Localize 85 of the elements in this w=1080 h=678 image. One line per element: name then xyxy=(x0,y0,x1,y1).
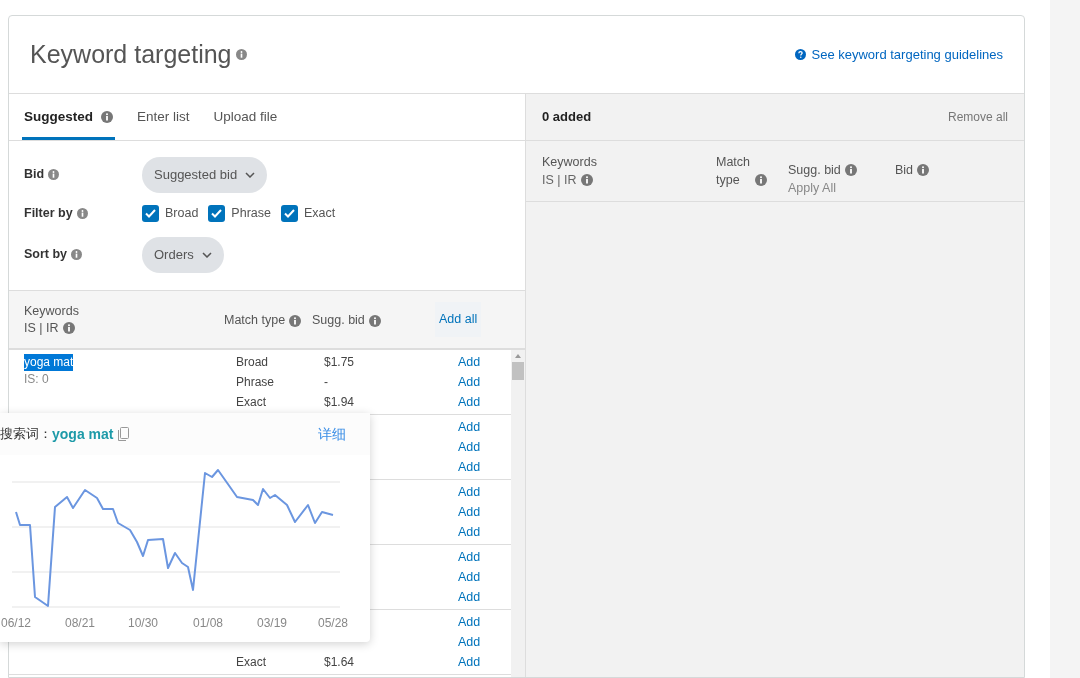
scroll-up-icon[interactable] xyxy=(514,353,522,359)
tab[interactable]: Upload file xyxy=(211,94,280,140)
add-link[interactable]: Add xyxy=(458,392,481,412)
match-type: Exact xyxy=(236,655,266,669)
suggested-bid: $1.75 xyxy=(324,355,355,369)
add-link[interactable]: Add xyxy=(458,632,481,652)
info-icon[interactable] xyxy=(235,49,247,60)
add-link[interactable]: Add xyxy=(458,372,481,392)
info-icon[interactable] xyxy=(368,314,381,327)
add-link[interactable]: Add xyxy=(458,612,481,632)
axis-label: 06/12 xyxy=(1,615,31,632)
check-icon xyxy=(211,209,223,218)
added-count: 0 added xyxy=(542,108,592,127)
apply-all-link[interactable]: Apply All xyxy=(788,179,895,197)
filter-label: Bid xyxy=(24,166,45,184)
suggested-bid: $1.64 xyxy=(324,655,355,669)
column-header: Match type xyxy=(224,312,286,330)
match-type: Broad xyxy=(236,355,269,369)
check-icon xyxy=(283,209,295,218)
axis-label: 03/19 xyxy=(257,615,287,632)
add-link[interactable]: Add xyxy=(458,522,481,542)
column-header: IS | IR xyxy=(542,172,577,189)
section-title: Keyword targeting xyxy=(30,38,232,70)
match-type: Phrase xyxy=(236,375,275,389)
column-header: Match type xyxy=(716,154,752,189)
info-icon[interactable] xyxy=(844,164,857,176)
add-link[interactable]: Add xyxy=(458,502,481,522)
help-icon xyxy=(795,49,807,60)
search-term-label: 搜索词： xyxy=(0,425,52,444)
suggested-bid: $1.94 xyxy=(324,395,355,409)
add-link[interactable]: Add xyxy=(458,587,481,607)
suggested-bid: - xyxy=(324,375,328,389)
scroll-thumb[interactable] xyxy=(512,362,524,380)
info-icon[interactable] xyxy=(917,164,930,176)
scrollbar[interactable] xyxy=(511,350,525,677)
filter-label: Sort by xyxy=(24,246,68,264)
column-header: IS | IR xyxy=(24,319,59,337)
column-header: Bid xyxy=(895,162,914,179)
info-icon[interactable] xyxy=(289,314,302,327)
add-link[interactable]: Add xyxy=(458,457,481,477)
impression-share: IS: 0 xyxy=(24,371,49,388)
info-icon[interactable] xyxy=(76,208,88,219)
tab[interactable]: Enter list xyxy=(135,94,192,140)
search-term-keyword: yoga mat xyxy=(52,424,114,444)
info-icon[interactable] xyxy=(71,249,83,260)
details-link[interactable]: 详细 xyxy=(318,423,346,445)
bid-dropdown[interactable]: Suggested bid xyxy=(142,156,268,193)
filter-label: Filter by xyxy=(24,205,73,223)
checkbox-label: Phrase xyxy=(231,205,271,223)
axis-label: 05/28 xyxy=(318,615,348,632)
add-link[interactable]: Add xyxy=(458,352,481,372)
column-header: Sugg. bid xyxy=(312,312,365,330)
column-header: Sugg. bid xyxy=(788,162,841,179)
info-icon[interactable] xyxy=(755,174,767,186)
axis-label: 01/08 xyxy=(193,615,223,632)
add-link[interactable]: Add xyxy=(458,437,481,457)
column-header: Keywords xyxy=(24,302,80,320)
check-icon xyxy=(145,209,156,218)
guidelines-link[interactable]: See keyword targeting guidelines xyxy=(795,44,1003,65)
axis-label: 10/30 xyxy=(128,615,158,632)
add-link[interactable]: Add xyxy=(458,652,481,672)
checkbox[interactable] xyxy=(142,205,159,222)
checkbox-label: Exact xyxy=(303,205,336,223)
chevron-down-icon xyxy=(245,171,256,178)
copy-icon[interactable] xyxy=(118,427,130,441)
keyword: yoga mat xyxy=(24,354,74,371)
checkbox[interactable] xyxy=(280,205,298,222)
info-icon[interactable] xyxy=(101,111,113,123)
add-all-link[interactable]: Add all xyxy=(435,302,482,337)
checkbox-label: Broad xyxy=(165,205,199,223)
sort-dropdown[interactable]: Orders xyxy=(142,236,224,273)
add-link[interactable]: Add xyxy=(458,417,481,437)
chevron-down-icon xyxy=(201,251,212,258)
checkbox[interactable] xyxy=(208,205,226,222)
add-link[interactable]: Add xyxy=(458,482,481,502)
tab[interactable]: Suggested xyxy=(22,94,115,140)
add-link[interactable]: Add xyxy=(458,547,481,567)
info-icon[interactable] xyxy=(580,174,593,186)
add-link[interactable]: Add xyxy=(458,567,481,587)
match-type: Exact xyxy=(236,395,266,409)
info-icon[interactable] xyxy=(62,322,75,334)
column-header: Keywords xyxy=(542,154,598,171)
remove-all-link[interactable]: Remove all xyxy=(947,108,1008,126)
axis-label: 08/21 xyxy=(65,615,95,632)
info-icon[interactable] xyxy=(48,169,60,180)
